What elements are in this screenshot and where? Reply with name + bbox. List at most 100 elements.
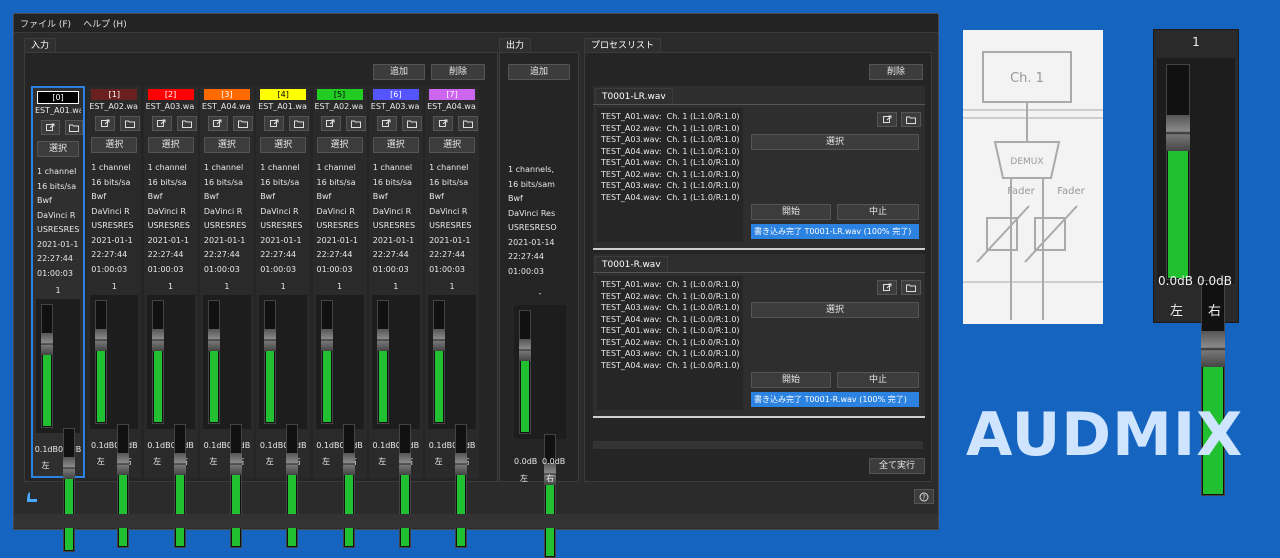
channel-info-line: Bwf [147, 192, 163, 201]
channel-meter-right[interactable] [63, 428, 75, 552]
open-external-icon[interactable] [41, 120, 60, 135]
folder-icon[interactable] [401, 116, 422, 131]
open-external-icon[interactable] [877, 112, 897, 127]
channel-fader-right[interactable] [342, 453, 355, 475]
channel-fader-right[interactable] [229, 453, 242, 475]
folder-icon[interactable] [901, 112, 921, 127]
channel-select-button[interactable]: 選択 [316, 137, 363, 153]
channel-fader-left[interactable] [320, 329, 333, 351]
channel-meter-right[interactable] [342, 424, 355, 548]
open-external-icon[interactable] [151, 116, 172, 131]
folder-icon[interactable] [901, 280, 921, 295]
menu-file[interactable]: ファイル (F) [14, 17, 77, 30]
channel-meter-right[interactable] [398, 424, 411, 548]
channel-meter-right[interactable] [286, 424, 299, 548]
channel-select-button[interactable]: 選択 [203, 137, 250, 153]
channel-meter-right[interactable] [455, 424, 468, 548]
process-select-button[interactable]: 選択 [751, 302, 919, 318]
channel-fader-left[interactable] [376, 329, 389, 351]
folder-icon[interactable] [345, 116, 366, 131]
channel-meter-left[interactable] [95, 300, 108, 424]
channel-meter-right[interactable] [117, 424, 130, 548]
output-fader-left[interactable] [519, 339, 531, 361]
channel-fader-right[interactable] [398, 453, 411, 475]
channel-meter-right[interactable] [173, 424, 186, 548]
channel-fader-right[interactable] [286, 453, 299, 475]
process-scrollbar[interactable] [593, 441, 923, 449]
output-info-0: 1 channels, [508, 165, 554, 174]
input-add-button[interactable]: 追加 [373, 64, 425, 80]
channel-info-line: USRESRES [37, 225, 80, 234]
channel-select-button[interactable]: 選択 [372, 137, 419, 153]
folder-icon[interactable] [120, 116, 141, 131]
channel-meter-left[interactable] [264, 300, 277, 424]
channel-meter-right[interactable] [229, 424, 242, 548]
channel-meter-left[interactable] [433, 300, 446, 424]
channel-select-button[interactable]: 選択 [429, 137, 476, 153]
channel-fader-left[interactable] [95, 329, 108, 351]
channel-info-line: 2021-01-1 [372, 235, 415, 245]
open-external-icon[interactable] [433, 116, 454, 131]
process-start-button[interactable]: 開始 [751, 204, 831, 220]
channel-strip[interactable]: [5] EST_A02.wa 選択 1 channel 16 bits/sa Bwf… [312, 86, 367, 548]
output-add-button[interactable]: 追加 [508, 64, 570, 80]
open-external-icon[interactable] [376, 116, 397, 131]
channel-info-line: DaVinci R [429, 206, 468, 216]
open-external-icon[interactable] [877, 280, 897, 295]
input-delete-button[interactable]: 削除 [431, 64, 485, 80]
channel-fader-right[interactable] [173, 453, 186, 475]
folder-icon[interactable] [232, 116, 253, 131]
channel-fader-left[interactable] [41, 333, 53, 355]
menu-help[interactable]: ヘルプ (H) [77, 17, 133, 30]
folder-icon[interactable] [64, 120, 83, 135]
large-fader-left[interactable] [1166, 115, 1190, 151]
channel-meter-left[interactable] [41, 304, 53, 428]
open-external-icon[interactable] [95, 116, 116, 131]
folder-icon[interactable] [289, 116, 310, 131]
process-delete-button[interactable]: 削除 [869, 64, 923, 80]
process-line: TEST_A04.wav: Ch. 1 (L:1.0/R:1.0) [601, 146, 740, 156]
channel-select-button[interactable]: 選択 [147, 137, 194, 153]
process-stop-button[interactable]: 中止 [837, 204, 919, 220]
help-icon[interactable]: ? [914, 489, 934, 504]
channel-strip[interactable]: [4] EST_A01.wa 選択 1 channel 16 bits/sa Bwf… [256, 86, 311, 548]
process-start-button[interactable]: 開始 [751, 372, 831, 388]
channel-fader-right[interactable] [63, 457, 75, 479]
channel-fader-right[interactable] [117, 453, 130, 475]
channel-fader-left[interactable] [151, 329, 164, 351]
channel-strip[interactable]: [3] EST_A04.wa 選択 1 channel 16 bits/sa Bwf… [199, 86, 254, 548]
channel-select-button[interactable]: 選択 [260, 137, 307, 153]
channel-meter-left[interactable] [151, 300, 164, 424]
process-item[interactable]: T0001-R.wav TEST_A01.wav: Ch. 1 (L:0.0/R… [593, 254, 925, 418]
large-fader-right[interactable] [1201, 331, 1225, 367]
process-stop-button[interactable]: 中止 [837, 372, 919, 388]
folder-icon[interactable] [176, 116, 197, 131]
channel-meter-left[interactable] [376, 300, 389, 424]
channel-strip[interactable]: [7] EST_A04.wa 選択 1 channel 16 bits/sa Bwf… [425, 86, 480, 548]
channel-select-button[interactable]: 選択 [37, 141, 79, 157]
open-external-icon[interactable] [320, 116, 341, 131]
open-external-icon[interactable] [264, 116, 285, 131]
open-external-icon[interactable] [207, 116, 228, 131]
channel-fader-right[interactable] [455, 453, 468, 475]
run-all-button[interactable]: 全て実行 [869, 458, 925, 474]
channel-select-button[interactable]: 選択 [91, 137, 138, 153]
process-item[interactable]: T0001-LR.wav TEST_A01.wav: Ch. 1 (L:1.0/… [593, 86, 925, 250]
channel-fader-left[interactable] [433, 329, 446, 351]
channel-meter-left[interactable] [207, 300, 220, 424]
channel-strip[interactable]: [1] EST_A02.wa 選択 1 channel 16 bits/sa Bwf… [87, 86, 142, 548]
channel-count: 1 [449, 282, 455, 291]
channel-fader-left[interactable] [264, 329, 277, 351]
process-select-button[interactable]: 選択 [751, 134, 919, 150]
channel-strip[interactable]: [2] EST_A03.wa 選択 1 channel 16 bits/sa Bwf… [143, 86, 198, 548]
output-meter-right[interactable] [544, 434, 556, 558]
meter-level-fill [43, 343, 51, 426]
channel-strip[interactable]: [6] EST_A03.wa 選択 1 channel 16 bits/sa Bwf… [368, 86, 423, 548]
channel-strip[interactable]: [0] EST_A01.wa 選択 1 channel 16 bits/sa Bwf… [31, 86, 85, 552]
output-meter-left[interactable] [519, 310, 531, 434]
folder-icon[interactable] [458, 116, 479, 131]
channel-file-name: EST_A02.wa [314, 102, 364, 111]
channel-fader-left[interactable] [207, 329, 220, 351]
large-meter-left[interactable] [1166, 64, 1190, 280]
channel-meter-left[interactable] [320, 300, 333, 424]
